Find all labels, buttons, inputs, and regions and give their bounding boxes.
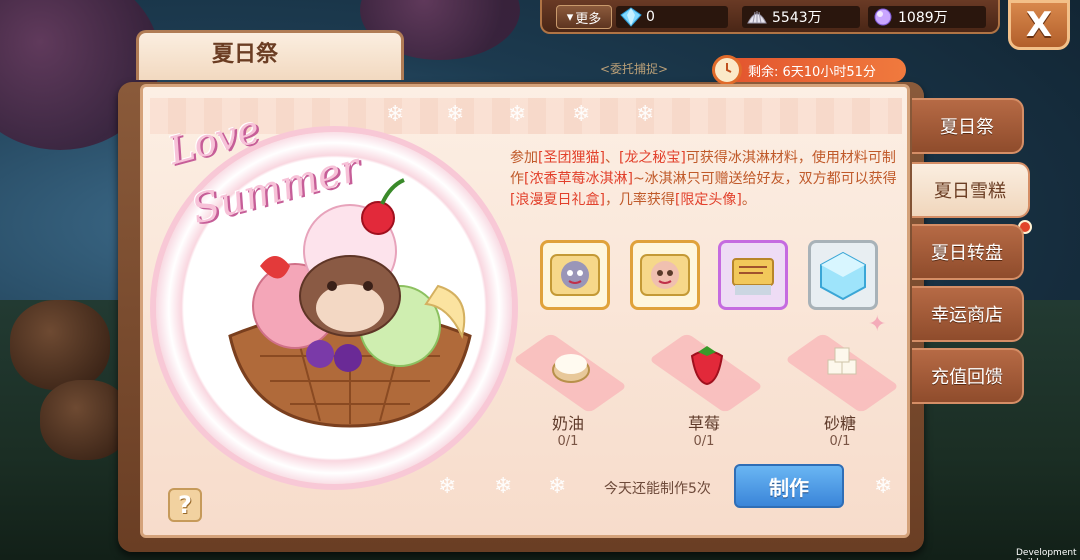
material-count: 0/1 — [693, 434, 715, 449]
chevron-down-icon: ▾ — [566, 9, 574, 25]
description-highlight: [浓香草莓冰淇淋] — [524, 171, 633, 187]
description-highlight: [浪漫夏日礼盒] — [510, 192, 605, 208]
tab-summer-wheel[interactable]: 夏日转盘 — [912, 224, 1024, 280]
close-button[interactable]: X — [1008, 0, 1070, 50]
scroll-icon — [732, 258, 774, 295]
description-text: ~冰淇淋只可赠送给好友，双方都可以获得 — [632, 171, 897, 187]
snowflake-icon: ❄ — [572, 102, 591, 127]
snowflake-icon: ❄ — [874, 474, 893, 499]
close-icon: X — [1025, 5, 1053, 45]
tab-summer-festival[interactable]: 夏日祭 — [912, 98, 1024, 154]
description-highlight: [龙之秘宝] — [618, 150, 686, 166]
description-highlight: [限定头像] — [674, 192, 742, 208]
snowflake-icon: ❄ — [548, 474, 567, 499]
snowflake-icon: ❄ — [494, 474, 513, 499]
star-decoration-icon: ✦ — [868, 312, 887, 337]
background-pumpkin — [40, 380, 130, 460]
pearl-value: 1089万 — [898, 10, 948, 26]
diamond-resource: 0 — [616, 6, 728, 28]
tab-summer-icecream[interactable]: 夏日雪糕 — [912, 162, 1030, 218]
material-name: 砂糖 — [823, 414, 856, 433]
snowflake-icon: ❄ — [508, 102, 527, 127]
description-text: 参加 — [510, 150, 538, 166]
more-button[interactable]: ▾ 更多 — [556, 5, 612, 29]
description-highlight: [圣团狸猫] — [538, 150, 605, 166]
reward-item[interactable] — [808, 240, 878, 310]
make-button[interactable]: 制作 — [734, 464, 844, 508]
tab-recharge-rewards[interactable]: 充值回馈 — [912, 348, 1024, 404]
reward-item[interactable] — [540, 240, 610, 310]
raccoon-avatar-icon — [640, 254, 690, 296]
material-name: 奶油 — [551, 414, 584, 433]
material-name: 草莓 — [687, 414, 720, 433]
timer-label: 剩余: 6天10小时51分 — [748, 64, 876, 80]
snowflake-icon: ❄ — [386, 102, 405, 127]
snowflake-icon: ❄ — [636, 102, 655, 127]
description-text: ，几率获得 — [604, 192, 675, 208]
raccoon-avatar-icon — [550, 254, 600, 296]
clock-icon — [712, 55, 742, 85]
countdown-timer: 剩余: 6天10小时51分 — [718, 58, 906, 82]
diamond-icon — [620, 7, 642, 27]
pearl-resource: 1089万 — [868, 6, 986, 28]
page-title: 夏日祭 — [211, 42, 278, 67]
reward-item[interactable] — [718, 240, 788, 310]
question-icon: ? — [178, 491, 192, 519]
subtitle: <委托捕捉> — [600, 62, 669, 76]
strawberry-icon — [690, 346, 724, 386]
description-text: 、 — [604, 150, 619, 166]
snowflake-icon: ❄ — [438, 474, 457, 499]
snowflake-icon: ❄ — [446, 102, 465, 127]
description-text: 。 — [741, 192, 756, 208]
cream-icon — [552, 354, 590, 383]
pearl-icon — [874, 8, 892, 26]
material-count: 0/1 — [829, 434, 851, 449]
background-pumpkin — [10, 300, 110, 390]
shell-value: 5543万 — [772, 10, 822, 26]
event-description: 参加[圣团狸猫]、[龙之秘宝]可获得冰淇淋材料，使用材料可制作[浓香草莓冰淇淋]… — [510, 148, 898, 211]
ice-cube-icon — [820, 251, 866, 301]
sugar-icon — [827, 347, 857, 375]
ice-cream-sundae-illustration — [228, 178, 472, 428]
shell-icon — [747, 11, 767, 24]
reward-item[interactable] — [630, 240, 700, 310]
tab-lucky-shop[interactable]: 幸运商店 — [912, 286, 1024, 342]
material-count: 0/1 — [557, 434, 579, 449]
more-label: 更多 — [575, 11, 602, 27]
dev-build-label: Development Build — [1016, 548, 1077, 560]
help-button[interactable]: ? — [168, 488, 202, 522]
diamond-value: 0 — [646, 9, 655, 25]
shell-resource: 5543万 — [742, 6, 860, 28]
remaining-crafts-label: 今天还能制作5次 — [604, 481, 711, 497]
